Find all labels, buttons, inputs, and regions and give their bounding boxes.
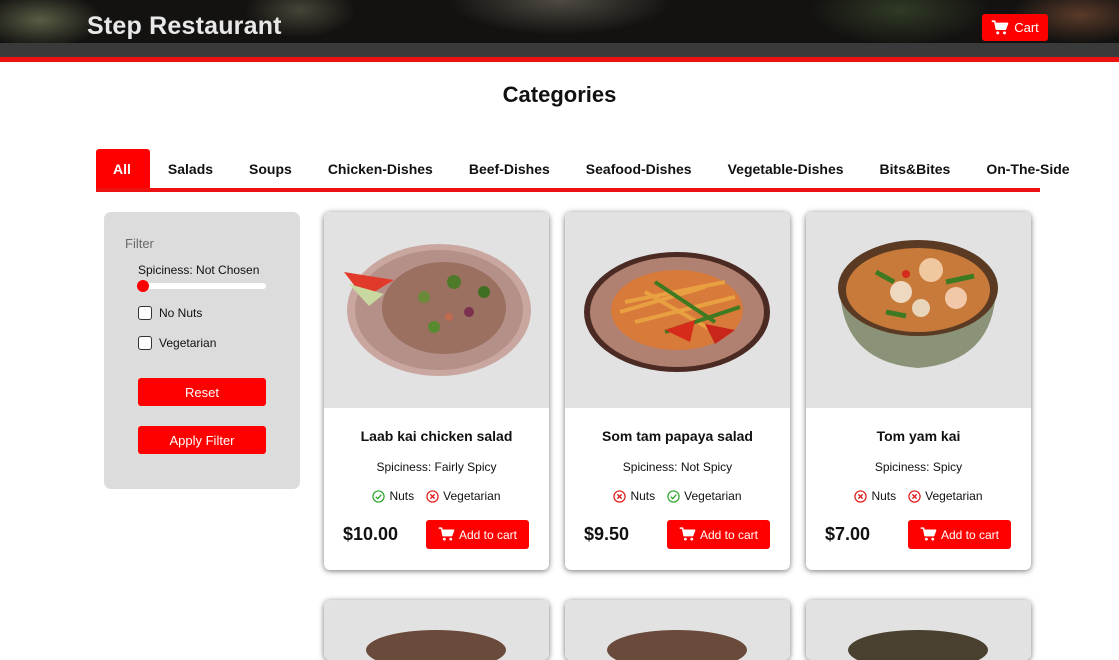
dish-plate-image	[607, 630, 747, 660]
nuts-tag: Nuts	[613, 489, 655, 503]
product-name: Laab kai chicken salad	[360, 428, 513, 444]
dish-plate-image	[366, 630, 506, 660]
product-tags: Nuts Vegetarian	[324, 489, 549, 503]
product-spiciness: Spiciness: Fairly Spicy	[376, 460, 497, 474]
product-image[interactable]	[565, 212, 790, 408]
tab-soups[interactable]: Soups	[231, 149, 310, 188]
product-tags: Nuts Vegetarian	[565, 489, 790, 503]
vegetarian-tag: Vegetarian	[908, 489, 983, 503]
product-tags: Nuts Vegetarian	[806, 489, 1031, 503]
add-to-cart-button[interactable]: Add to cart	[667, 520, 770, 549]
apply-filter-button[interactable]: Apply Filter	[138, 426, 266, 454]
laab-salad-plate-image	[344, 244, 531, 376]
check-circle-icon	[667, 489, 680, 503]
spiciness-slider[interactable]	[137, 280, 266, 292]
product-card: Som tam papaya salad Spiciness: Not Spic…	[565, 212, 790, 570]
add-to-cart-button[interactable]: Add to cart	[908, 520, 1011, 549]
product-price: $9.50	[584, 524, 630, 544]
check-circle-icon	[372, 489, 386, 503]
vegetarian-label: Vegetarian	[159, 336, 217, 350]
shopping-cart-icon	[920, 527, 937, 541]
papaya-salad-plate-image	[584, 252, 770, 372]
product-spiciness: Spiciness: Spicy	[874, 460, 963, 474]
cross-circle-icon	[613, 489, 627, 503]
product-card: Laab kai chicken salad Spiciness: Fairly…	[324, 212, 549, 570]
site-header: Step Restaurant Cart	[0, 0, 1119, 62]
product-spiciness: Spiciness: Not Spicy	[622, 460, 733, 474]
vegetarian-tag: Vegetarian	[426, 489, 501, 503]
site-logo-text[interactable]: Step Restaurant	[87, 12, 282, 41]
product-price: $7.00	[825, 524, 871, 544]
tab-seafood-dishes[interactable]: Seafood-Dishes	[568, 149, 710, 188]
cart-button[interactable]: Cart	[982, 14, 1048, 41]
nuts-tag: Nuts	[372, 489, 414, 503]
shopping-cart-icon	[438, 527, 455, 541]
product-image[interactable]	[324, 212, 549, 408]
cart-label: Cart	[1014, 20, 1039, 35]
tab-on-the-side[interactable]: On-The-Side	[968, 149, 1087, 188]
vegetarian-tag: Vegetarian	[667, 489, 742, 503]
shopping-cart-icon	[991, 19, 1009, 34]
tom-yam-soup-bowl-image	[838, 240, 998, 368]
dish-plate-image	[848, 630, 988, 660]
product-card	[324, 600, 549, 660]
add-to-cart-button[interactable]: Add to cart	[426, 520, 529, 549]
header-accent-line	[0, 57, 1119, 62]
tab-vegetable-dishes[interactable]: Vegetable-Dishes	[710, 149, 862, 188]
vegetarian-option[interactable]: Vegetarian	[138, 336, 216, 350]
cross-circle-icon	[426, 489, 439, 503]
product-card: Tom yam kai Spiciness: Spicy Nuts Vegeta…	[806, 212, 1031, 570]
tab-all[interactable]: All	[96, 149, 150, 188]
tab-beef-dishes[interactable]: Beef-Dishes	[451, 149, 568, 188]
no-nuts-option[interactable]: No Nuts	[138, 306, 202, 320]
tab-bits-and-bites[interactable]: Bits&Bites	[862, 149, 969, 188]
slider-thumb[interactable]	[137, 280, 149, 292]
product-name: Som tam papaya salad	[602, 428, 753, 444]
filter-title: Filter	[125, 236, 154, 251]
spiciness-label: Spiciness: Not Chosen	[138, 263, 260, 277]
product-card	[806, 600, 1031, 660]
vegetarian-checkbox[interactable]	[138, 336, 152, 350]
cross-circle-icon	[908, 489, 921, 503]
no-nuts-label: No Nuts	[159, 306, 203, 320]
page-title: Categories	[502, 82, 617, 107]
product-image[interactable]	[806, 212, 1031, 408]
product-image[interactable]	[565, 600, 790, 660]
shopping-cart-icon	[679, 527, 696, 541]
reset-button[interactable]: Reset	[138, 378, 266, 406]
tab-salads[interactable]: Salads	[150, 149, 231, 188]
category-tabs: All Salads Soups Chicken-Dishes Beef-Dis…	[96, 149, 1070, 192]
nuts-tag: Nuts	[854, 489, 896, 503]
product-price: $10.00	[343, 524, 399, 544]
cross-circle-icon	[854, 489, 868, 503]
product-image[interactable]	[806, 600, 1031, 660]
product-name: Tom yam kai	[876, 428, 961, 444]
product-card	[565, 600, 790, 660]
filter-panel: Filter Spiciness: Not Chosen No Nuts Veg…	[104, 212, 300, 489]
product-image[interactable]	[324, 600, 549, 660]
tab-chicken-dishes[interactable]: Chicken-Dishes	[310, 149, 451, 188]
no-nuts-checkbox[interactable]	[138, 306, 152, 320]
